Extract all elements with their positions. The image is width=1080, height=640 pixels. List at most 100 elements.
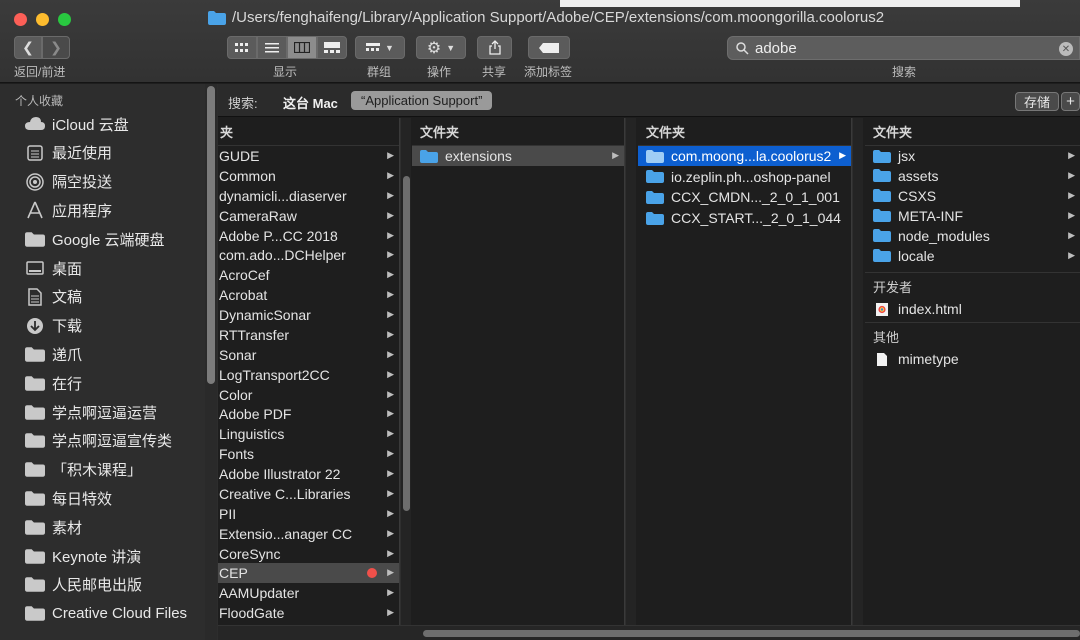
column-3-scrollbar[interactable] [852,118,863,625]
sidebar-item[interactable]: 在行 [0,369,205,397]
horizontal-scrollbar[interactable] [218,625,1080,640]
sidebar-item[interactable]: 「积木课程」 [0,456,205,484]
sidebar-item[interactable]: 隔空投送 [0,168,205,196]
sidebar-scrollbar[interactable] [205,84,217,640]
sidebar-item-label: 文稿 [52,289,83,307]
column-3-item[interactable]: CCX_CMDN..._2_0_1_001 [638,187,851,207]
column-1-scrollbar[interactable] [400,118,411,625]
zoom-window-button[interactable] [58,13,71,26]
gallery-view-button[interactable] [317,36,347,59]
group-divider [865,272,1080,273]
action-button[interactable]: ⚙ ▼ [416,36,466,59]
column-1-item[interactable]: CameraRaw ▶ [218,206,399,226]
share-button[interactable] [477,36,512,59]
column-4-folder[interactable]: jsx ▶ [865,146,1080,166]
folder-icon [25,490,45,506]
sidebar-item[interactable]: 文稿 [0,283,205,311]
sidebar-item[interactable]: 每日特效 [0,484,205,512]
sidebar-item[interactable]: 应用程序 [0,196,205,224]
column-1-item[interactable]: RTTransfer ▶ [218,325,399,345]
column-1-item[interactable]: AcroCef ▶ [218,265,399,285]
column-1-item[interactable]: Linguistics ▶ [218,424,399,444]
column-1-item[interactable]: Extensio...anager CC ▶ [218,524,399,544]
group-grid-icon [366,42,381,51]
sidebar-item[interactable]: 递爪 [0,340,205,368]
column-1-scroll-thumb[interactable] [403,176,410,511]
sidebar-scroll-thumb[interactable] [207,86,215,384]
minimize-window-button[interactable] [36,13,49,26]
sidebar-item[interactable]: 学点啊逗逼宣传类 [0,427,205,455]
search-field[interactable]: ✕ [727,36,1080,60]
item-label: locale [898,247,935,264]
column-1-item[interactable]: CEP ▶ [218,563,399,584]
folder-icon [25,548,45,564]
sidebar-item[interactable]: iCloud 云盘 [0,110,205,138]
forward-button[interactable]: ❯ [42,36,70,59]
sidebar-item[interactable]: 桌面 [0,254,205,282]
scope-folder-pill[interactable]: “Application Support” [351,91,493,110]
sidebar-item[interactable]: 人民邮电出版 [0,571,205,599]
add-criteria-button[interactable]: + [1061,92,1080,111]
save-search-button[interactable]: 存储 [1015,92,1059,111]
column-4-folder[interactable]: META-INF ▶ [865,206,1080,226]
sidebar-item[interactable]: Creative Cloud Files [0,600,205,628]
column-1-item[interactable]: Adobe P...CC 2018 ▶ [218,226,399,246]
column-view-button[interactable] [287,36,317,59]
scope-label: 搜索: [228,96,258,111]
column-3-item[interactable]: com.moong...la.coolorus2 ▶ [638,146,851,166]
column-1-item[interactable]: GUDE ▶ [218,146,399,166]
column-1-item[interactable]: Fonts ▶ [218,444,399,464]
column-4-folder[interactable]: CSXS ▶ [865,186,1080,206]
column-1-item[interactable]: Acrobat ▶ [218,285,399,305]
folder-icon [25,375,45,391]
column-1-item[interactable]: Color ▶ [218,385,399,405]
column-1-item[interactable]: DynamicSonar ▶ [218,305,399,325]
clear-search-icon[interactable]: ✕ [1059,42,1073,56]
column-4-folder[interactable]: node_modules ▶ [865,226,1080,246]
column-1-item[interactable]: Adobe Illustrator 22 ▶ [218,464,399,484]
documents-icon [25,288,45,306]
sidebar-item[interactable]: Keynote 讲演 [0,542,205,570]
column-1-item[interactable]: FloodGate ▶ [218,603,399,623]
back-button[interactable]: ❮ [14,36,42,59]
recents-icon [25,145,45,161]
column-1-item[interactable]: com.ado...DCHelper ▶ [218,245,399,265]
sidebar-item[interactable]: Google 云端硬盘 [0,225,205,253]
column-2-scrollbar[interactable] [625,118,636,625]
group-label: 群组 [367,65,392,79]
sidebar-item[interactable]: 下载 [0,312,205,340]
column-4-folder[interactable]: locale ▶ [865,246,1080,266]
sidebar-item[interactable]: 最近使用 [0,139,205,167]
column-3-item[interactable]: CCX_START..._2_0_1_044 [638,208,851,228]
column-4-folder[interactable]: assets ▶ [865,166,1080,186]
column-1-item[interactable]: LogTransport2CC ▶ [218,365,399,385]
column-1-item[interactable]: CoreSync ▶ [218,544,399,564]
column-1: 夹 GUDE ▶ Common ▶ dynamicli...diaserver ▶ Came… [218,118,400,625]
item-label: META-INF [898,207,964,224]
column-1-item[interactable]: Sonar ▶ [218,345,399,365]
column-4-file[interactable]: mimetype [865,349,1080,369]
scope-this-mac[interactable]: 这台 Mac [283,93,338,112]
sidebar-item[interactable]: 素材 [0,513,205,541]
close-window-button[interactable] [14,13,27,26]
column-3-item[interactable]: io.zeplin.ph...oshop-panel [638,167,851,187]
sidebar-item[interactable]: 学点啊逗逼运营 [0,398,205,426]
column-1-item[interactable]: Creative C...Libraries ▶ [218,484,399,504]
add-tag-button[interactable] [528,36,570,59]
column-1-item[interactable]: PII ▶ [218,504,399,524]
column-1-item[interactable]: dynamicli...diaserver ▶ [218,186,399,206]
grid-icon [235,42,248,52]
column-2-item[interactable]: extensions ▶ [412,146,624,166]
column-1-item[interactable]: AAMUpdater ▶ [218,583,399,603]
search-input[interactable] [755,39,1055,57]
icon-view-button[interactable] [227,36,257,59]
item-label: PII [219,505,237,522]
horizontal-scroll-thumb[interactable] [423,630,1080,637]
column-1-item[interactable]: Adobe PDF ▶ [218,404,399,424]
column-4-file[interactable]: index.html [865,299,1080,319]
group-button[interactable]: ▼ [355,36,405,59]
list-icon [265,42,279,52]
list-view-button[interactable] [257,36,287,59]
column-1-item[interactable]: Common ▶ [218,166,399,186]
chevron-left-icon: ❮ [22,39,34,55]
